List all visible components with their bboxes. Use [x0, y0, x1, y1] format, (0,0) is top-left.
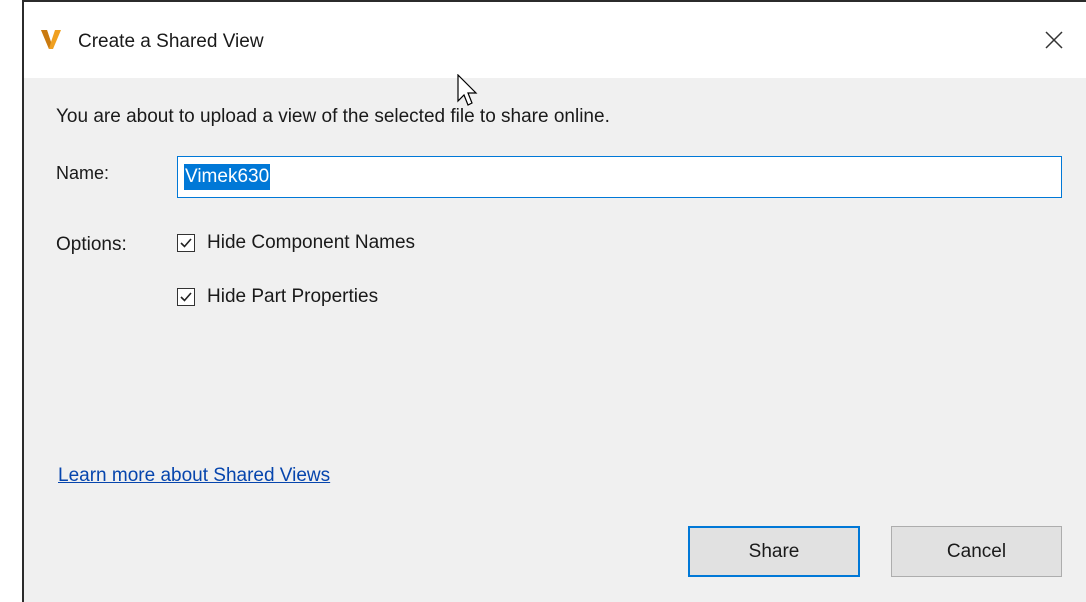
window-title: Create a Shared View	[78, 31, 264, 52]
option-hide-part-properties[interactable]: Hide Part Properties	[177, 285, 378, 309]
autodesk-v-logo-icon	[40, 28, 62, 50]
create-shared-view-dialog: Create a Shared View You are about to up…	[22, 0, 1086, 602]
checkmark-icon	[180, 238, 192, 248]
options-label: Options:	[56, 234, 127, 255]
hide-part-properties-label: Hide Part Properties	[207, 286, 379, 307]
hide-component-names-checkbox[interactable]	[177, 234, 195, 252]
option-hide-component-names[interactable]: Hide Component Names	[177, 231, 415, 255]
dialog-description: You are about to upload a view of the se…	[56, 106, 610, 127]
close-button[interactable]	[1034, 22, 1074, 62]
title-bar: Create a Shared View	[24, 2, 1086, 78]
hide-component-names-label: Hide Component Names	[207, 232, 416, 253]
checkmark-icon	[180, 292, 192, 302]
cancel-button[interactable]: Cancel	[891, 526, 1062, 577]
name-label: Name:	[56, 163, 110, 183]
hide-part-properties-checkbox[interactable]	[177, 288, 195, 306]
mouse-pointer-icon	[457, 73, 481, 110]
learn-more-link[interactable]: Learn more about Shared Views	[58, 464, 330, 488]
close-icon	[1044, 30, 1064, 55]
name-input[interactable]: Vimek630	[177, 156, 1062, 198]
name-input-value: Vimek630	[184, 164, 271, 190]
share-button[interactable]: Share	[688, 526, 860, 577]
